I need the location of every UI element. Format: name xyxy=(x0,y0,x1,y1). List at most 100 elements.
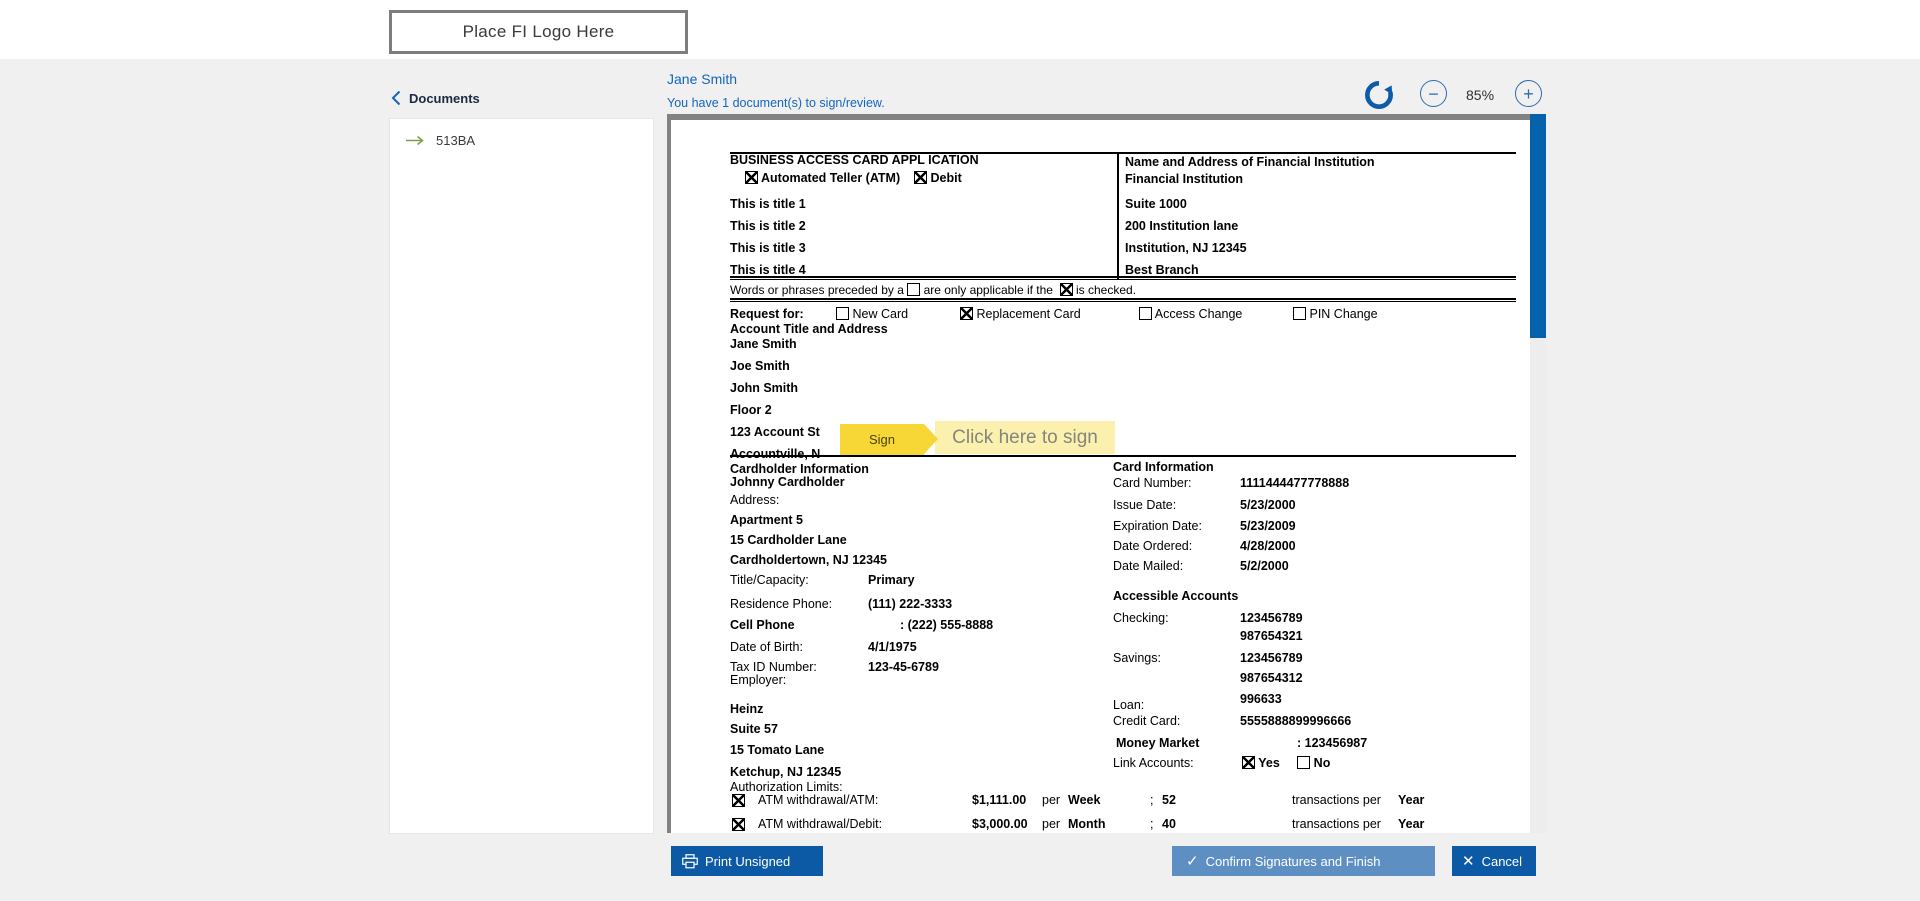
savings-value-2: 987654312 xyxy=(1240,671,1303,685)
fi-line-1: Financial Institution xyxy=(1125,172,1244,186)
auth-period: Week xyxy=(1068,793,1101,807)
address-label: Address: xyxy=(730,493,780,507)
employer-line: 15 Tomato Lane xyxy=(730,743,825,757)
auth-per: per xyxy=(1042,817,1061,831)
checkbox-link-no xyxy=(1297,756,1311,769)
form-card-type-row: Automated Teller (ATM) Debit xyxy=(745,171,962,185)
scrollbar-thumb[interactable] xyxy=(1530,114,1546,338)
fi-line-5: Best Branch xyxy=(1125,263,1199,277)
checkbox-atm-label: Automated Teller (ATM) xyxy=(761,171,901,185)
date-ordered-value: 4/28/2000 xyxy=(1240,539,1296,553)
cancel-button[interactable]: ✕ Cancel xyxy=(1452,846,1536,876)
checkbox-checked-icon xyxy=(1059,283,1073,296)
issue-date-label: Issue Date: xyxy=(1113,498,1177,512)
link-accounts-label: Link Accounts: xyxy=(1113,756,1194,770)
card-number-value: 1111444477778888 xyxy=(1240,476,1350,490)
money-market-value: : 123456987 xyxy=(1297,736,1368,750)
fi-line-2: Suite 1000 xyxy=(1125,197,1187,211)
conditional-note-pre: Words or phrases preceded by a xyxy=(730,283,904,297)
account-title-line: John Smith xyxy=(730,381,799,395)
link-yes-label: Yes xyxy=(1258,756,1280,770)
auth-unit: Year xyxy=(1398,793,1425,807)
dob-value: 4/1/1975 xyxy=(868,640,917,654)
checkbox-pin-change xyxy=(1293,307,1306,320)
form-title-line-3: This is title 3 xyxy=(730,241,806,255)
expiration-date-label: Expiration Date: xyxy=(1113,519,1202,533)
checkbox-atm-checked xyxy=(745,171,758,184)
request-option-label: PIN Change xyxy=(1309,307,1378,321)
click-here-to-sign-field[interactable]: Click here to sign xyxy=(935,421,1115,454)
checkbox-auth-debit-checked xyxy=(732,818,745,831)
employer-line: Suite 57 xyxy=(730,722,778,736)
request-option-label: New Card xyxy=(852,307,909,321)
fi-line-3: 200 Institution lane xyxy=(1125,219,1239,233)
zoom-in-button[interactable]: + xyxy=(1515,80,1542,107)
address-line: Apartment 5 xyxy=(730,513,803,527)
document-page: BUSINESS ACCESS CARD APPL ICATION Automa… xyxy=(671,120,1530,833)
auth-semi: ; xyxy=(1150,817,1154,831)
sign-tag-arrow-icon[interactable] xyxy=(924,424,938,454)
top-bar: Place FI Logo Here xyxy=(0,0,1920,59)
sign-tag-label: Sign xyxy=(868,432,896,447)
request-for-label: Request for: xyxy=(730,307,804,321)
fi-line-4: Institution, NJ 12345 xyxy=(1125,241,1247,255)
account-title-line: 123 Account St xyxy=(730,425,820,439)
auth-unit: Year xyxy=(1398,817,1425,831)
print-unsigned-button[interactable]: Print Unsigned xyxy=(671,846,823,876)
employer-line: Ketchup, NJ 12345 xyxy=(730,765,842,779)
request-option-access-change: Access Change xyxy=(1139,307,1242,321)
printer-icon xyxy=(682,853,698,868)
savings-label: Savings: xyxy=(1113,651,1161,665)
link-accounts-options: Yes No xyxy=(1242,756,1330,770)
documents-list-panel: 513BA xyxy=(389,118,654,834)
checkbox-replacement-card-checked xyxy=(960,307,973,320)
sign-prompt-label: Click here to sign xyxy=(952,426,1098,448)
auth-count: 40 xyxy=(1162,817,1176,831)
checkmark-icon: ✓ xyxy=(1186,853,1199,870)
account-title-heading: Account Title and Address xyxy=(730,322,888,336)
form-line-note-bottom xyxy=(730,298,1516,302)
form-divider-vertical xyxy=(1117,152,1119,279)
form-title-line-4: This is title 4 xyxy=(730,263,806,277)
auth-count: 52 xyxy=(1162,793,1176,807)
fi-logo-placeholder: Place FI Logo Here xyxy=(389,10,688,54)
checkbox-access-change xyxy=(1139,307,1152,320)
refresh-icon xyxy=(1365,74,1400,109)
accessible-accounts-heading: Accessible Accounts xyxy=(1113,589,1239,603)
cell-phone-value: : (222) 555-8888 xyxy=(900,618,994,632)
conditional-note-post: is checked. xyxy=(1076,283,1137,297)
auth-trans: transactions per xyxy=(1292,817,1381,831)
request-option-replacement-card: Replacement Card xyxy=(960,307,1081,321)
credit-card-label: Credit Card: xyxy=(1113,714,1181,728)
sign-tag[interactable]: Sign xyxy=(840,424,924,455)
tax-id-value: 123-45-6789 xyxy=(868,660,939,674)
auth-period: Month xyxy=(1068,817,1106,831)
expiration-date-value: 5/23/2009 xyxy=(1240,519,1296,533)
address-line: Cardholdertown, NJ 12345 xyxy=(730,553,887,567)
refresh-button[interactable] xyxy=(1361,74,1400,118)
account-title-line: Accountville, N xyxy=(730,447,821,461)
zoom-out-button[interactable]: − xyxy=(1420,80,1447,107)
sidebar-item-document[interactable]: 513BA xyxy=(405,133,475,148)
documents-back-button[interactable]: Documents xyxy=(391,90,480,106)
auth-amount: $3,000.00 xyxy=(972,817,1028,831)
request-option-label: Replacement Card xyxy=(976,307,1081,321)
request-option-pin-change: PIN Change xyxy=(1293,307,1378,321)
residence-phone-value: (111) 222-3333 xyxy=(868,597,953,611)
arrow-right-icon xyxy=(406,135,424,146)
date-ordered-label: Date Ordered: xyxy=(1113,539,1193,553)
x-icon: ✕ xyxy=(1462,853,1475,870)
checking-value-2: 987654321 xyxy=(1240,629,1303,643)
tax-id-label: Tax ID Number: xyxy=(730,660,817,674)
form-title: BUSINESS ACCESS CARD APPL ICATION xyxy=(730,153,979,167)
confirm-signatures-label: Confirm Signatures and Finish xyxy=(1205,853,1381,869)
form-title-line-1: This is title 1 xyxy=(730,197,806,211)
auth-amount: $1,111.00 xyxy=(972,793,1027,807)
confirm-signatures-button[interactable]: ✓ Confirm Signatures and Finish xyxy=(1172,846,1435,876)
dob-label: Date of Birth: xyxy=(730,640,803,654)
request-option-label: Access Change xyxy=(1154,307,1243,321)
auth-label: ATM withdrawal/ATM: xyxy=(758,793,879,807)
request-option-new-card: New Card xyxy=(836,307,908,321)
form-line-note-top xyxy=(730,276,1516,280)
authorization-limits-heading: Authorization Limits: xyxy=(730,780,843,794)
